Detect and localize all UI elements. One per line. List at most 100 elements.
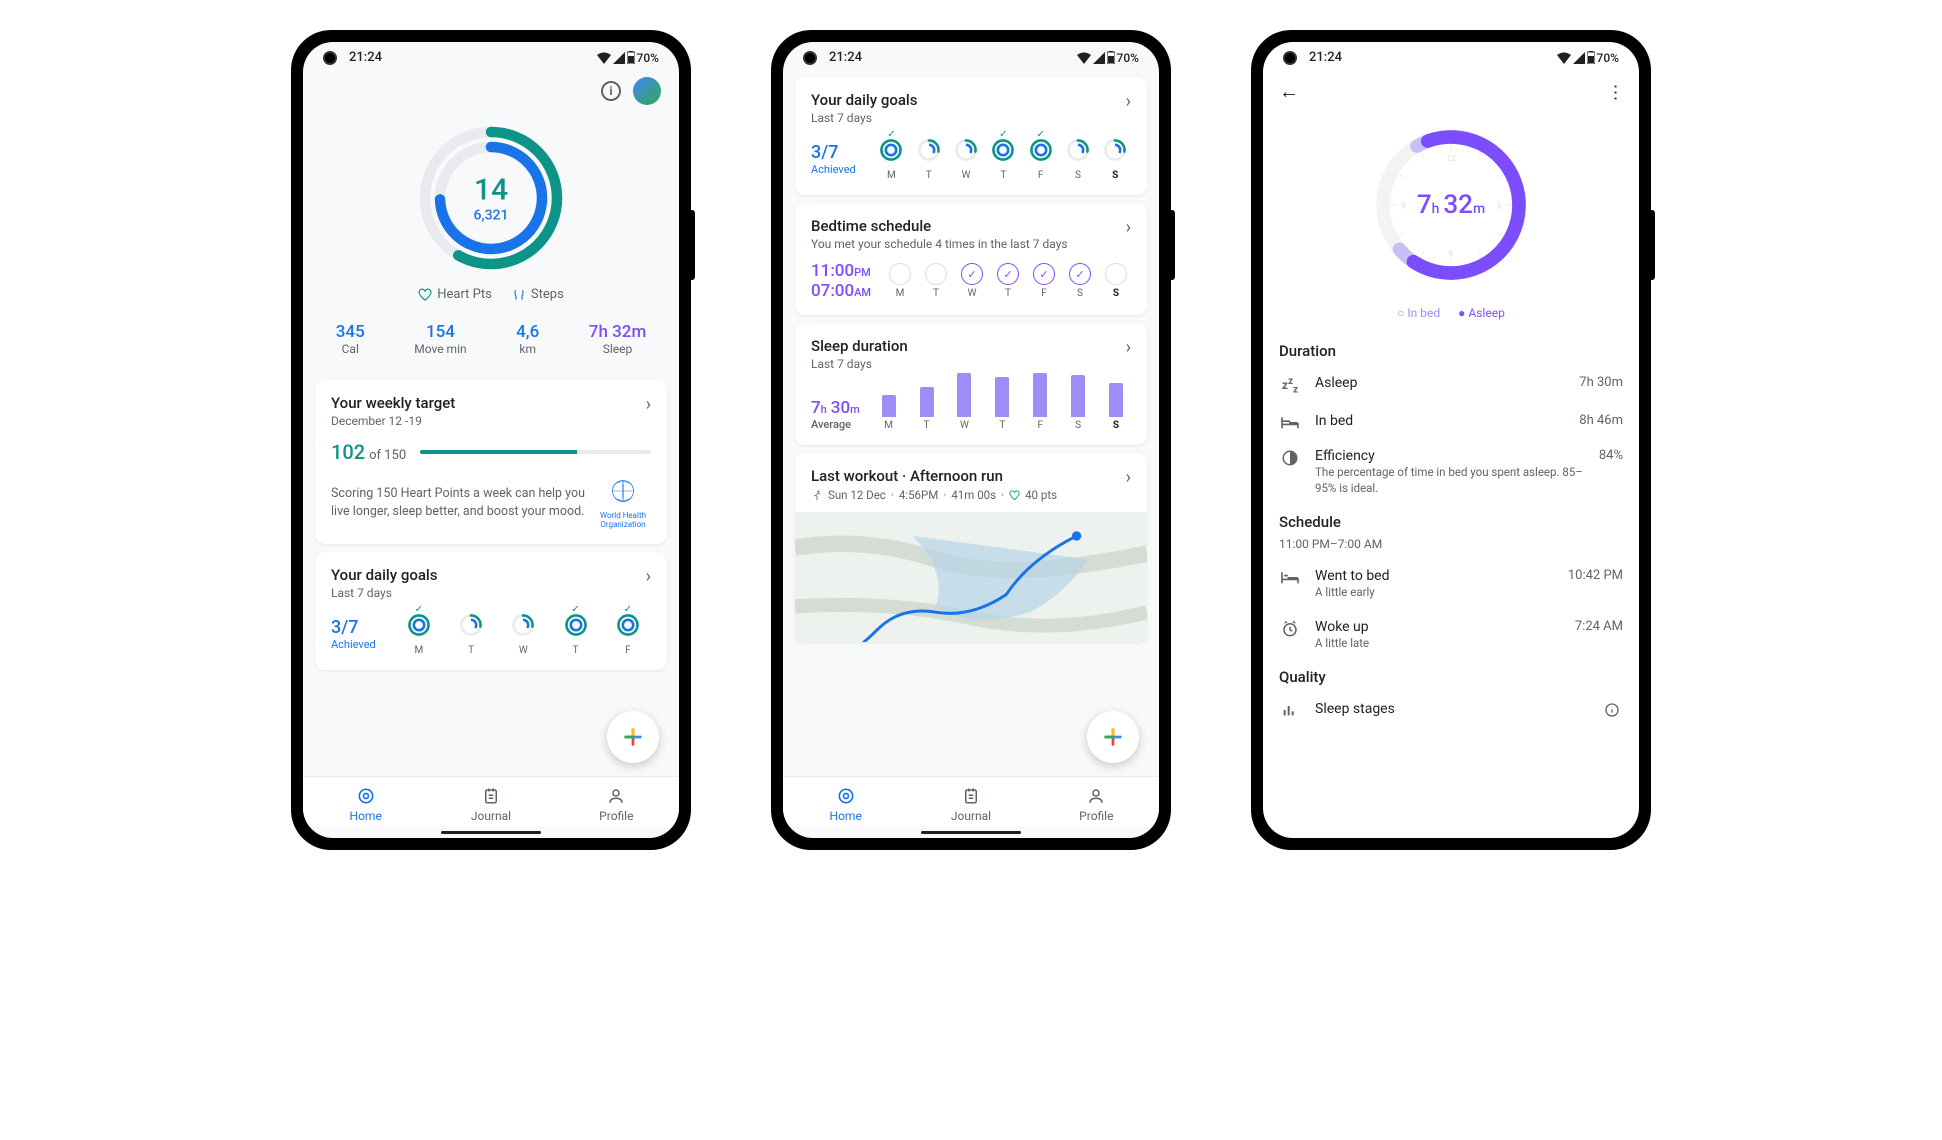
target-of: of 150 xyxy=(369,448,406,463)
status-time: 21:24 xyxy=(829,50,862,65)
avatar[interactable] xyxy=(633,77,661,105)
goals-achieved-value: 3/7 xyxy=(811,142,856,163)
schedule-section-sub: 11:00 PM–7:00 AM xyxy=(1263,537,1639,559)
sleep-bar: W xyxy=(957,373,971,431)
svg-text:3: 3 xyxy=(1496,201,1501,211)
last-workout-card[interactable]: Last workout · Afternoon run Sun 12 Dec … xyxy=(795,453,1147,642)
metric-sleep[interactable]: 7h 32mSleep xyxy=(589,322,646,356)
nav-profile[interactable]: Profile xyxy=(554,785,679,823)
activity-ring[interactable]: 14 6,321 xyxy=(303,113,679,281)
sleep-stages-row[interactable]: Sleep stages xyxy=(1263,692,1639,727)
metric-km[interactable]: 4,6km xyxy=(516,322,539,356)
day-ring: W xyxy=(510,612,536,656)
day-ring: ✓ M xyxy=(878,137,904,181)
daily-goals-sub: Last 7 days xyxy=(811,111,917,125)
schedule-section-title: Schedule xyxy=(1263,505,1639,537)
nav-home[interactable]: Home xyxy=(783,785,908,823)
sleep-bar: S xyxy=(1071,375,1085,431)
sleep-avg-minutes: 30 xyxy=(831,398,850,418)
sleep-bar: S xyxy=(1109,383,1123,431)
bedtime-end: 07:00 xyxy=(811,281,854,301)
target-description: Scoring 150 Heart Points a week can help… xyxy=(331,485,585,520)
goals-achieved-label: Achieved xyxy=(811,163,856,176)
fab-add-button[interactable] xyxy=(1087,711,1139,763)
journal-icon xyxy=(482,786,500,806)
wifi-icon xyxy=(597,52,611,64)
quality-section-title: Quality xyxy=(1263,660,1639,692)
metric-movemin[interactable]: 154Move min xyxy=(414,322,466,356)
info-icon[interactable] xyxy=(1601,701,1623,718)
status-icons: 70% xyxy=(1077,51,1139,65)
goals-achieved-value: 3/7 xyxy=(331,617,376,638)
steps-value: 6,321 xyxy=(474,208,509,224)
day-ring: ✓ M xyxy=(406,612,432,656)
workout-map[interactable] xyxy=(795,512,1147,642)
schedule-row: Went to bedA little early 10:42 PM xyxy=(1263,559,1639,610)
svg-text:6: 6 xyxy=(1449,249,1454,259)
status-time: 21:24 xyxy=(1309,50,1342,65)
nav-journal[interactable]: Journal xyxy=(908,785,1033,823)
sleep-bar: M xyxy=(882,395,896,431)
duration-row: In bed 8h 46m xyxy=(1263,404,1639,439)
sleep-duration-title: Sleep duration xyxy=(811,337,908,355)
daily-goals-sub: Last 7 days xyxy=(331,586,437,600)
home-indicator[interactable] xyxy=(921,831,1021,834)
bedtime-day: ✓T xyxy=(997,263,1019,299)
more-menu-button[interactable]: ⋯ xyxy=(1605,84,1626,100)
chevron-right-icon: › xyxy=(646,394,651,415)
camera-cutout xyxy=(1283,51,1297,65)
daily-goals-card[interactable]: Your daily goals Last 7 days › 3/7Achiev… xyxy=(315,552,667,670)
weekly-target-card[interactable]: Your weekly target December 12 -19 › 102… xyxy=(315,380,667,544)
status-bar: 21:24 70% xyxy=(1263,42,1639,69)
bed-icon xyxy=(1279,413,1301,430)
sleep-bar: T xyxy=(920,387,934,431)
info-icon[interactable]: i xyxy=(601,81,621,101)
bar-chart-icon xyxy=(1279,701,1301,718)
daily-goals-title: Your daily goals xyxy=(331,566,437,584)
metric-cal[interactable]: 345Cal xyxy=(336,322,365,356)
svg-text:9: 9 xyxy=(1401,201,1406,211)
sleep-duration-card[interactable]: Sleep duration Last 7 days › 7h 30m Aver… xyxy=(795,323,1147,445)
day-ring: T xyxy=(916,137,942,181)
status-time: 21:24 xyxy=(349,50,382,65)
who-logo: World Health Organization xyxy=(595,476,651,530)
goals-achieved-label: Achieved xyxy=(331,638,376,651)
battery-percent: 70% xyxy=(1117,51,1139,65)
heart-icon xyxy=(418,288,432,302)
plus-icon xyxy=(622,726,644,748)
duration-row: zzz Asleep 7h 30m xyxy=(1263,366,1639,404)
workout-time: 4:56PM xyxy=(899,488,938,502)
heart-points-value: 14 xyxy=(474,173,509,208)
day-ring: ✓ T xyxy=(990,137,1016,181)
sleep-bar: F xyxy=(1033,373,1047,431)
duration-row: EfficiencyThe percentage of time in bed … xyxy=(1263,439,1639,505)
status-bar: 21:24 70% xyxy=(783,42,1159,69)
run-icon xyxy=(811,489,823,501)
sleep-hours: 7 xyxy=(1417,190,1432,220)
daily-goals-card[interactable]: Your daily goals Last 7 days › 3/7Achiev… xyxy=(795,77,1147,195)
target-current: 102 xyxy=(331,440,365,464)
weekly-target-sub: December 12 -19 xyxy=(331,414,455,428)
sleep-avg-label: Average xyxy=(811,418,860,431)
nav-journal[interactable]: Journal xyxy=(428,785,553,823)
bedtime-schedule-card[interactable]: Bedtime schedule You met your schedule 4… xyxy=(795,203,1147,315)
status-bar: 21:24 70% xyxy=(303,42,679,69)
phone-frame-2: 21:24 70% Your daily goals Last 7 days ›… xyxy=(771,30,1171,850)
chevron-right-icon: › xyxy=(1126,91,1131,112)
home-indicator[interactable] xyxy=(441,831,541,834)
sleep-avg-hours: 7 xyxy=(811,398,821,418)
chevron-right-icon: › xyxy=(646,566,651,587)
heart-icon xyxy=(1009,490,1020,501)
day-ring: ✓ T xyxy=(563,612,589,656)
back-button[interactable]: ← xyxy=(1279,79,1299,104)
day-ring: T xyxy=(458,612,484,656)
phone-frame-1: 21:24 70% i 14 6,321 xyxy=(291,30,691,850)
sleep-duration-sub: Last 7 days xyxy=(811,357,908,371)
workout-title: Last workout · Afternoon run xyxy=(811,467,1057,485)
nav-profile[interactable]: Profile xyxy=(1034,785,1159,823)
bedtime-day: S xyxy=(1105,263,1127,299)
nav-home[interactable]: Home xyxy=(303,785,428,823)
sleep-legend: ○ In bed ● Asleep xyxy=(1263,296,1639,334)
target-progress-bar xyxy=(420,450,651,454)
fab-add-button[interactable] xyxy=(607,711,659,763)
